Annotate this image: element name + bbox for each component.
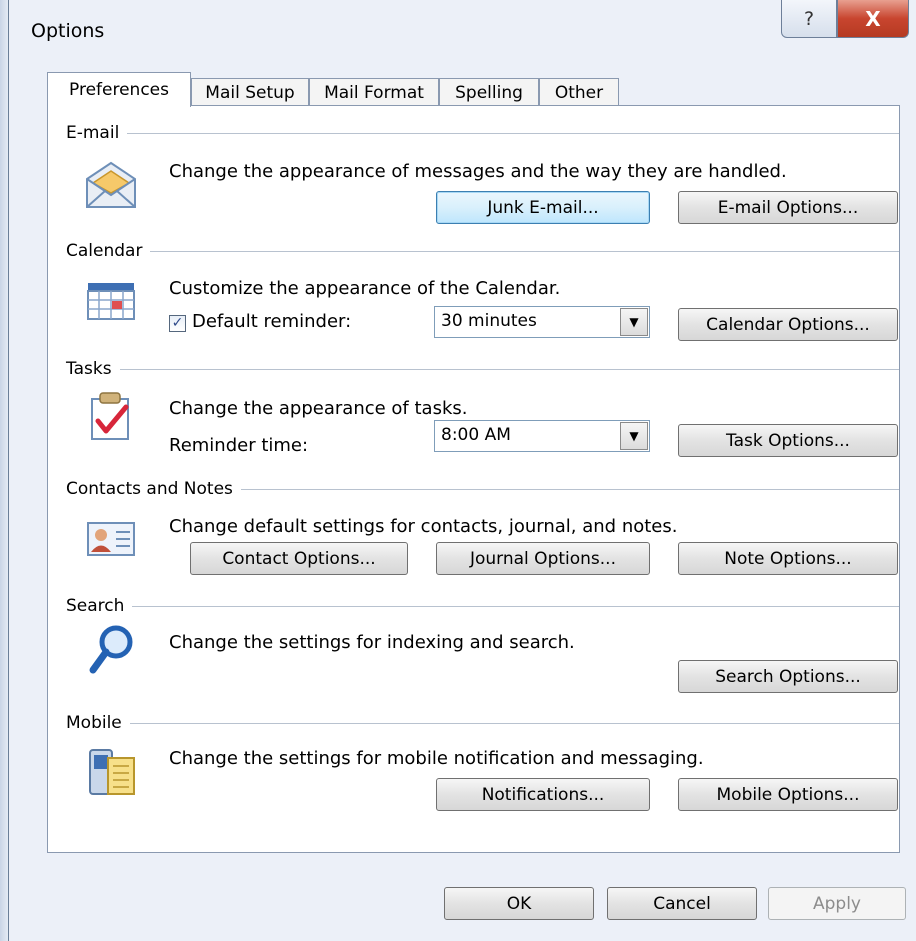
window-title: Options <box>31 20 105 42</box>
divider <box>132 605 899 607</box>
background-window-edge <box>0 0 8 941</box>
tasks-section-heading: Tasks <box>66 359 899 379</box>
search-section-heading: Search <box>66 596 899 616</box>
default-reminder-label: Default reminder: <box>192 311 352 332</box>
default-reminder-value: 30 minutes <box>441 311 537 331</box>
apply-button[interactable]: Apply <box>768 887 906 920</box>
chevron-down-icon[interactable]: ▼ <box>620 308 648 336</box>
reminder-time-select[interactable]: 8:00 AM ▼ <box>434 420 650 452</box>
calendar-options-button[interactable]: Calendar Options... <box>678 308 898 341</box>
contacts-heading-label: Contacts and Notes <box>66 479 233 499</box>
contact-card-icon <box>87 522 135 556</box>
close-icon: X <box>865 6 881 31</box>
envelope-icon <box>86 161 136 208</box>
note-options-button[interactable]: Note Options... <box>678 542 898 575</box>
tasks-heading-label: Tasks <box>66 359 112 379</box>
divider <box>129 722 899 724</box>
contact-options-button[interactable]: Contact Options... <box>190 542 408 575</box>
default-reminder-checkbox[interactable]: ✓ <box>169 315 186 332</box>
search-heading-label: Search <box>66 596 125 616</box>
task-options-button[interactable]: Task Options... <box>678 424 898 457</box>
task-checkmark-icon <box>91 392 129 440</box>
mobile-options-button[interactable]: Mobile Options... <box>678 778 898 811</box>
journal-options-button[interactable]: Journal Options... <box>436 542 650 575</box>
reminder-time-value: 8:00 AM <box>441 425 511 445</box>
mobile-description: Change the settings for mobile notificat… <box>169 748 704 769</box>
email-section-heading: E-mail <box>66 123 899 143</box>
default-reminder-select[interactable]: 30 minutes ▼ <box>434 306 650 338</box>
calendar-icon <box>87 283 135 320</box>
reminder-time-label: Reminder time: <box>169 435 309 456</box>
divider <box>119 368 899 370</box>
junk-email-button[interactable]: Junk E-mail... <box>436 191 650 224</box>
tasks-description: Change the appearance of tasks. <box>169 398 468 419</box>
question-mark-icon: ? <box>803 7 815 30</box>
email-options-button[interactable]: E-mail Options... <box>678 191 898 224</box>
calendar-heading-label: Calendar <box>66 241 143 261</box>
tab-preferences[interactable]: Preferences <box>47 72 191 107</box>
help-button[interactable]: ? <box>781 0 837 38</box>
tab-mail-format[interactable]: Mail Format <box>309 78 439 106</box>
contacts-section-heading: Contacts and Notes <box>66 479 899 499</box>
email-description: Change the appearance of messages and th… <box>169 161 787 182</box>
close-button[interactable]: X <box>837 0 909 38</box>
divider <box>127 132 899 134</box>
search-options-button[interactable]: Search Options... <box>678 660 898 693</box>
calendar-section-heading: Calendar <box>66 241 899 261</box>
options-dialog: Options ? X Preferences Mail Setup Mail … <box>8 0 916 941</box>
tab-other[interactable]: Other <box>539 78 619 106</box>
ok-button[interactable]: OK <box>444 887 594 920</box>
search-description: Change the settings for indexing and sea… <box>169 632 575 653</box>
search-icon <box>89 625 133 674</box>
mobile-heading-label: Mobile <box>66 713 122 733</box>
cancel-button[interactable]: Cancel <box>607 887 757 920</box>
mobile-section-heading: Mobile <box>66 713 899 733</box>
calendar-description: Customize the appearance of the Calendar… <box>169 278 561 299</box>
chevron-down-icon[interactable]: ▼ <box>620 422 648 450</box>
preferences-panel: E-mail Change the appearance of messages… <box>47 105 900 853</box>
divider <box>240 488 899 490</box>
tab-spelling[interactable]: Spelling <box>439 78 539 106</box>
notifications-button[interactable]: Notifications... <box>436 778 650 811</box>
title-bar[interactable]: Options ? X <box>9 0 916 62</box>
divider <box>150 250 899 252</box>
mobile-device-icon <box>89 749 135 795</box>
contacts-description: Change default settings for contacts, jo… <box>169 516 678 537</box>
tab-mail-setup[interactable]: Mail Setup <box>191 78 309 106</box>
email-heading-label: E-mail <box>66 123 120 143</box>
